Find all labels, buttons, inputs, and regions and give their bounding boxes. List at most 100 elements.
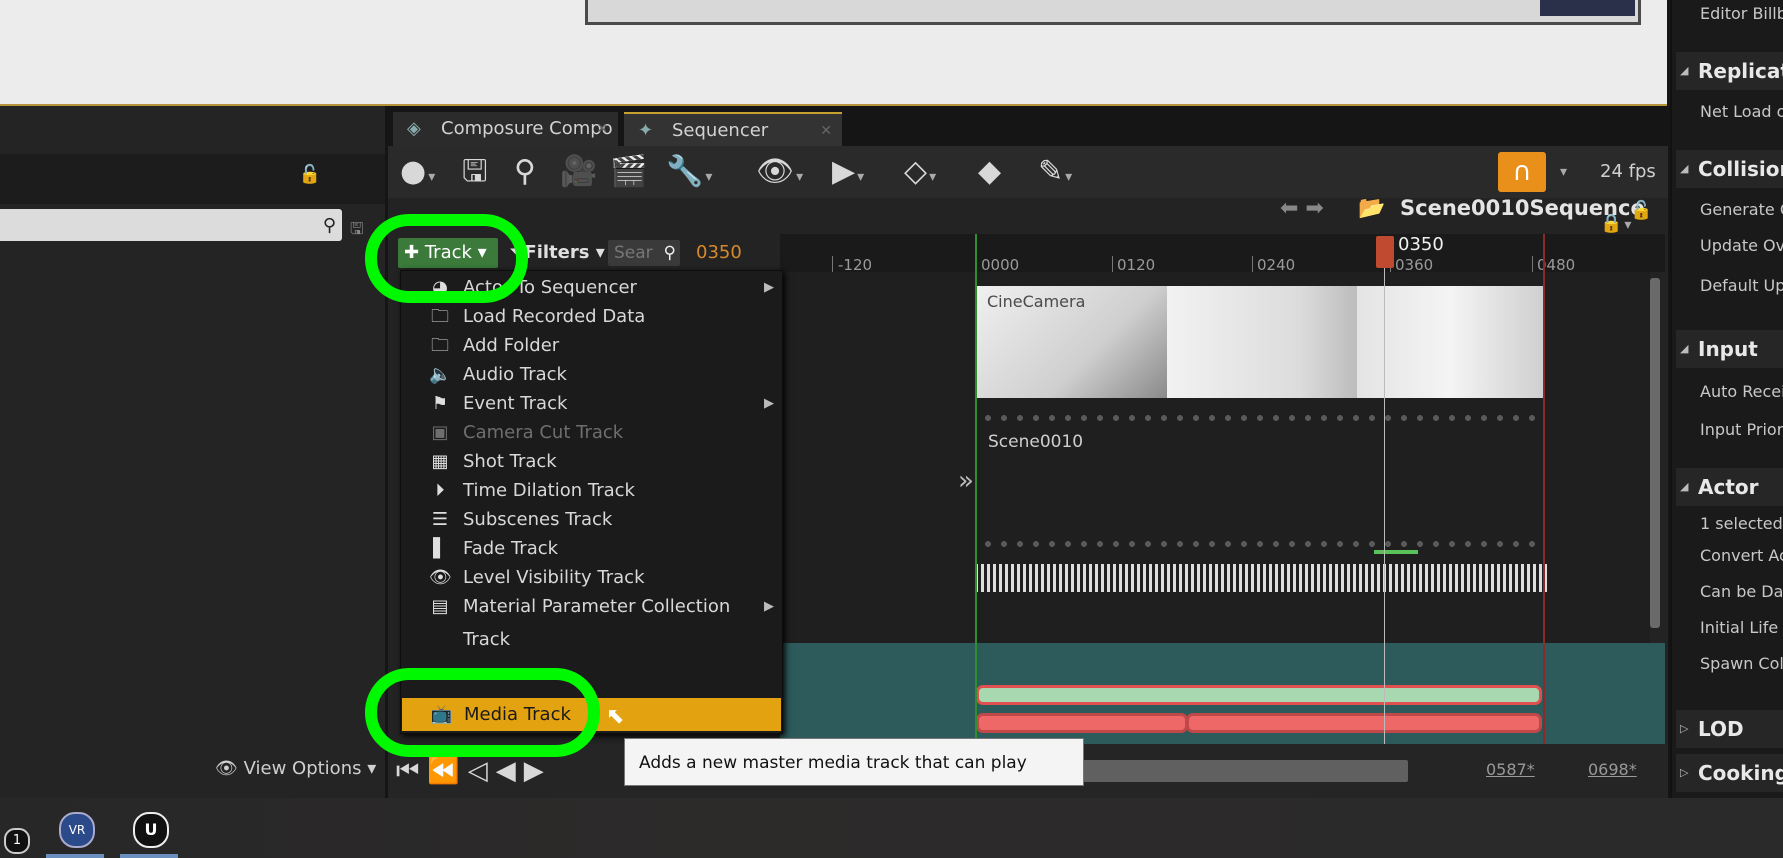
detail-row: Net Load or [1700,102,1783,121]
search-icon: ⚲ [663,243,676,263]
timeline-scrollbar[interactable] [1060,760,1408,782]
composure-icon: ◈ [407,118,421,139]
fps-selector[interactable]: 24 fps 🔒 ▾ [1600,146,1668,234]
detail-row: Spawn Colli [1700,654,1783,673]
ruler-tick-line [832,256,833,272]
mouse-cursor-icon: ⬉ [606,704,625,729]
os-taskbar [0,798,1783,858]
key-icon[interactable]: ◇ ▾ [904,146,936,198]
taskbar-app-vr[interactable]: VR [46,806,104,858]
current-frame-readout[interactable]: 0350 [696,238,742,268]
detail-row: 1 selected ir [1700,514,1783,533]
active-indicator [46,854,104,858]
detail-row: Input Priorit [1700,420,1783,439]
detail-row: Editor Billbo [1700,4,1783,23]
save-icon[interactable]: 🖫 [462,146,488,198]
media-track-tooltip: Adds a new master media track that can p… [624,738,1084,821]
details-section-cooking[interactable]: ▷ Cooking [1676,754,1783,792]
camera-clip-label: CineCamera [987,292,1086,311]
detail-row: Auto Receiv [1700,382,1783,401]
material-icon: ▤ [431,596,449,617]
sequencer-toolbar: ● ▾ 🖫 ⚲ 🎥 🎬 🔧 ▾ 👁 ▾ ▶ ▾ ◇ ▾ ◆ ✎ ▾ ∩ ▾ 24 fps 🔒… [388,146,1732,234]
camera-icon[interactable]: 🎥 [560,146,597,198]
expand-triangle-icon: ◢ [1680,342,1689,355]
collapse-chevron-icon[interactable]: » [958,466,974,496]
detail-row: Initial Life S [1700,618,1783,637]
eye-icon: 👁 [215,758,238,779]
shot-marker [1374,550,1418,554]
detail-row: Convert Act [1700,546,1783,565]
left-panel-header: 🔓 [0,154,385,204]
magnet-icon[interactable]: ∩ [1498,152,1546,192]
wrench-icon[interactable]: 🔧 ▾ [666,146,712,198]
play-icon[interactable]: ▶ [524,756,552,786]
detail-row: Generate Ov [1700,200,1783,219]
jump-start-icon[interactable]: ⏮ [396,756,427,786]
world-icon[interactable]: ● ▾ [400,146,435,198]
film-perforations [980,540,1540,548]
submenu-arrow-icon: ▶ [764,599,774,614]
selected-track-area[interactable] [780,643,1665,747]
collapsed-triangle-icon: ▷ [1680,766,1689,779]
playback-start-line[interactable] [975,234,977,744]
expand-triangle-icon: ◢ [1680,162,1689,175]
media-section-bar[interactable] [976,685,1542,705]
search-icon[interactable]: ⚲ [514,146,536,198]
working-range-end[interactable]: 0698* [1588,760,1637,779]
highlight-ring-track [365,214,528,303]
history-nav-arrows[interactable]: ⬅ ➡ [1280,196,1324,221]
details-section-input[interactable]: ◢ Input [1676,330,1783,368]
vertical-scrollbar[interactable] [1650,278,1660,628]
add-track-menu: ◕ Actor To Sequencer ▶ 🗀 Load Recorded Data… [400,270,783,734]
audio-waveform-track[interactable] [975,564,1547,592]
details-section-lod[interactable]: ▷ LOD [1676,710,1783,748]
lock-icon[interactable]: 🔓 [1630,200,1652,221]
thumbnail-frame [1167,286,1357,398]
eye-icon[interactable]: 👁 ▾ [756,146,803,198]
level-viewport[interactable] [0,0,1667,106]
step-back-icon[interactable]: ⏪ [427,756,467,786]
view-range-end[interactable]: 0587* [1486,760,1535,779]
details-section-collision[interactable]: ◢Collision [1676,150,1783,188]
unreal-app-icon: U [133,812,169,848]
save-search-icon[interactable]: 🖫 [350,218,364,245]
clapper-icon[interactable]: 🎬 [610,146,647,198]
ruler-tick-line [1532,256,1533,272]
track-search-input[interactable]: Sear ⚲ [608,240,680,266]
sequencer-icon: ✦ [638,120,654,141]
taskbar-app-unreal[interactable]: U [120,806,178,858]
lock-icon[interactable]: 🔓 [299,164,321,185]
section-bar[interactable] [976,713,1188,733]
viewport-dark-object [1540,0,1635,16]
sequence-name: Scene0010Sequence [1400,196,1645,220]
detail-row: Default Upd [1700,276,1783,295]
playhead-handle[interactable] [1376,236,1394,268]
left-search-input[interactable]: ⚲ [0,209,342,241]
details-section-replication[interactable]: ◢Replicatic [1676,52,1783,90]
pen-icon[interactable]: ✎ ▾ [1038,146,1072,198]
time-ruler[interactable]: -120 0000 0120 0240 0360 0480 [780,234,1665,274]
notification-badge[interactable]: 1 [4,828,30,854]
detail-row: Can be Dam [1700,582,1783,601]
key-add-icon[interactable]: ◆ [978,146,1001,198]
folder-icon: 📂 [1358,196,1386,221]
section-bar[interactable] [1186,713,1542,733]
tab-sequencer[interactable]: ✦ Sequencer ✕ [624,112,842,146]
tab-composure[interactable]: ◈ Composure Compo ✕ [393,112,618,146]
prev-key-icon[interactable]: ◁ [468,756,496,786]
close-icon[interactable]: ✕ [596,112,608,146]
collapsed-triangle-icon: ▷ [1680,722,1689,735]
search-icon[interactable]: ⚲ [323,215,336,236]
film-perforations [980,414,1540,422]
snap-options-dropdown[interactable]: ▾ [1560,146,1567,198]
play-reverse-icon[interactable]: ◀ [496,756,524,786]
view-options-button[interactable]: 👁 View Options ▾ [215,758,376,779]
menu-item-material-parameter-collection-track[interactable]: ▤ Material Parameter Collection Track ▶ [401,590,782,650]
expand-triangle-icon: ◢ [1680,480,1689,493]
play-icon[interactable]: ▶ ▾ [832,146,864,198]
left-panel: 🔓 ⚲ 🖫 👁 View Options ▾ [0,106,385,798]
playback-end-line[interactable] [1543,234,1545,744]
details-section-actor[interactable]: ◢ Actor [1676,468,1783,506]
close-icon[interactable]: ✕ [820,114,832,148]
detail-row: Update Ove [1700,236,1783,255]
